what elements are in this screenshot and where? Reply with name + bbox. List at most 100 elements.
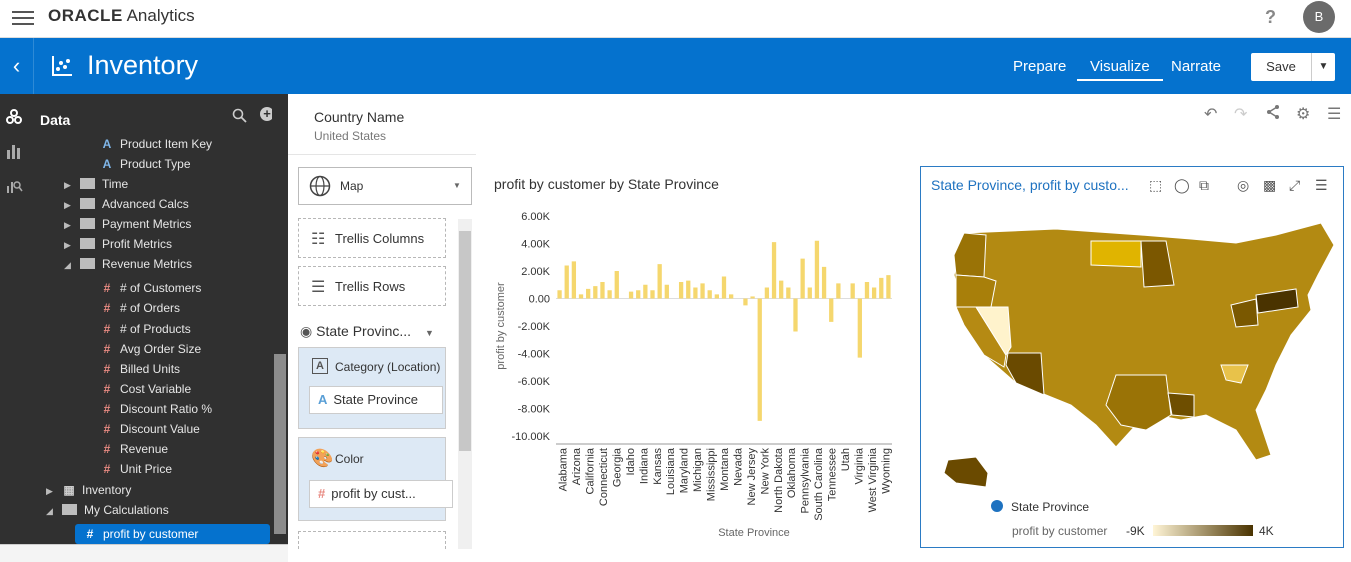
x-tick-label: Tennessee [827, 448, 839, 501]
trellis-rows-label: Trellis Rows [335, 279, 406, 294]
tree-item-product-type[interactable]: A Product Type [100, 154, 191, 174]
undo-icon[interactable]: ↶ [1204, 104, 1217, 124]
data-panel-scrollbar[interactable] [272, 94, 288, 544]
tree-item-customers[interactable]: # # of Customers [100, 278, 202, 298]
bar [686, 280, 691, 299]
chevron-down-icon[interactable]: ▼ [425, 328, 434, 338]
bar [800, 258, 805, 299]
chevron-right-icon[interactable]: ▶ [64, 195, 74, 215]
x-tick-label: North Dakota [773, 447, 785, 513]
tree-folder-revenue-metrics[interactable]: ◢ Revenue Metrics [64, 254, 192, 274]
tree-item-profit-by-customer[interactable]: # profit by customer [75, 524, 270, 544]
tree-item-orders[interactable]: # # of Orders [100, 298, 180, 318]
state-alaska[interactable] [943, 456, 989, 487]
filter-label[interactable]: Country Name [314, 109, 404, 125]
state-oregon[interactable] [955, 274, 997, 308]
tree-item-avg-order-size[interactable]: # Avg Order Size [100, 339, 202, 359]
layer-selector[interactable]: ◉ State Provinc... ▼ [300, 323, 434, 340]
save-label[interactable]: Save [1251, 53, 1311, 81]
chevron-down-icon[interactable]: ◢ [46, 501, 56, 521]
filter-value[interactable]: United States [314, 129, 386, 143]
tree-folder-time[interactable]: ▶ Time [64, 174, 128, 194]
grammar-scrollbar[interactable] [458, 219, 472, 549]
tree-item-products[interactable]: # # of Products [100, 319, 191, 339]
tree-item-billed-units[interactable]: # Billed Units [100, 359, 180, 379]
workbook-header: ‹ Inventory Prepare Visualize Narrate Sa… [0, 38, 1351, 94]
category-pill[interactable]: A State Province [309, 386, 443, 414]
chevron-down-icon[interactable]: ▼ [453, 181, 461, 190]
redo-icon[interactable]: ↷ [1234, 104, 1247, 124]
user-avatar[interactable]: B [1303, 1, 1335, 33]
tree-item-product-item-key[interactable]: A Product Item Key [100, 134, 212, 154]
columns-icon: ☷ [311, 231, 326, 248]
map-viz[interactable]: State Province, profit by custo... ⬚ ◯ ⧉… [920, 166, 1344, 548]
tab-narrate[interactable]: Narrate [1171, 58, 1221, 75]
rect-select-icon[interactable]: ⬚ [1149, 177, 1162, 194]
help-icon[interactable]: ? [1265, 7, 1276, 28]
y-tick-label: -8.00K [518, 404, 551, 416]
tab-visualize[interactable]: Visualize [1077, 58, 1163, 81]
maximize-icon[interactable]: ⤢ [1289, 177, 1300, 194]
chevron-right-icon[interactable]: ▶ [64, 175, 74, 195]
tree-item-unit-price[interactable]: # Unit Price [100, 459, 172, 479]
back-button[interactable]: ‹ [0, 38, 34, 94]
freeform-select-icon[interactable]: ⧉ [1199, 177, 1209, 194]
side-rail [0, 94, 30, 562]
scrollbar-thumb[interactable] [459, 231, 471, 451]
state-arizona[interactable] [1005, 352, 1045, 396]
bar [864, 282, 870, 299]
bar [593, 286, 598, 299]
tree-folder-advanced-calcs[interactable]: ▶ Advanced Calcs [64, 194, 189, 214]
bar [750, 296, 755, 299]
data-panel-icon[interactable] [5, 108, 23, 126]
bar-chart-viz[interactable]: profit by customer by State Province 6.0… [482, 166, 912, 548]
viz-type-selector[interactable]: Map ▼ [298, 167, 472, 205]
next-drop-target[interactable] [298, 531, 446, 549]
tree-dataset-inventory[interactable]: ▶ ▦ Inventory [46, 480, 131, 500]
hamburger-menu-icon[interactable] [12, 11, 34, 25]
scrollbar-thumb[interactable] [274, 354, 286, 534]
tree-item-discount-value[interactable]: # Discount Value [100, 419, 200, 439]
lasso-select-icon[interactable]: ◯ [1174, 177, 1190, 194]
us-map[interactable] [936, 215, 1336, 487]
y-tick-label: 4.00K [521, 239, 550, 251]
save-dropdown-icon[interactable]: ▼ [1311, 53, 1335, 81]
save-button[interactable]: Save ▼ [1251, 53, 1335, 81]
trellis-columns-drop[interactable]: ☷ Trellis Columns [298, 218, 446, 258]
chevron-right-icon[interactable]: ▶ [46, 481, 56, 501]
tree-item-cost-variable[interactable]: # Cost Variable [100, 379, 192, 399]
target-icon[interactable]: ◎ [1237, 177, 1249, 194]
tree-folder-my-calculations[interactable]: ◢ My Calculations [46, 500, 169, 520]
state-north-dakota[interactable] [1090, 240, 1142, 268]
x-tick-label: New York [759, 448, 771, 495]
tree-folder-profit-metrics[interactable]: ▶ Profit Metrics [64, 234, 172, 254]
tree-item-revenue[interactable]: # Revenue [100, 439, 168, 459]
color-pill[interactable]: # profit by cust... [309, 480, 453, 508]
bar [779, 280, 784, 299]
share-icon[interactable] [1265, 104, 1281, 125]
bar [678, 282, 684, 299]
x-tick-label: California [585, 447, 597, 494]
analytics-icon[interactable] [5, 176, 23, 194]
bar [879, 277, 884, 299]
state-louisiana[interactable] [1167, 392, 1195, 418]
measure-icon: # [103, 281, 111, 295]
bar [743, 298, 748, 306]
search-icon[interactable] [232, 108, 247, 126]
trellis-rows-drop[interactable]: ☰ Trellis Rows [298, 266, 446, 306]
bar [850, 283, 855, 299]
visualizations-icon[interactable] [5, 142, 23, 160]
chart-type-icon[interactable]: ▩ [1263, 177, 1276, 194]
tree-folder-payment-metrics[interactable]: ▶ Payment Metrics [64, 214, 191, 234]
chevron-right-icon[interactable]: ▶ [64, 215, 74, 235]
auto-insights-icon[interactable]: ⚙ [1296, 104, 1310, 124]
y-axis-label: profit by customer [495, 282, 507, 370]
chevron-right-icon[interactable]: ▶ [64, 235, 74, 255]
tree-item-discount-ratio[interactable]: # Discount Ratio % [100, 399, 212, 419]
chevron-down-icon[interactable]: ◢ [64, 255, 74, 275]
state-washington[interactable] [953, 232, 987, 278]
shape-legend: State Province [991, 500, 1089, 514]
menu-icon[interactable]: ☰ [1315, 177, 1328, 194]
tab-prepare[interactable]: Prepare [1013, 58, 1066, 75]
menu-icon[interactable]: ☰ [1327, 104, 1341, 124]
